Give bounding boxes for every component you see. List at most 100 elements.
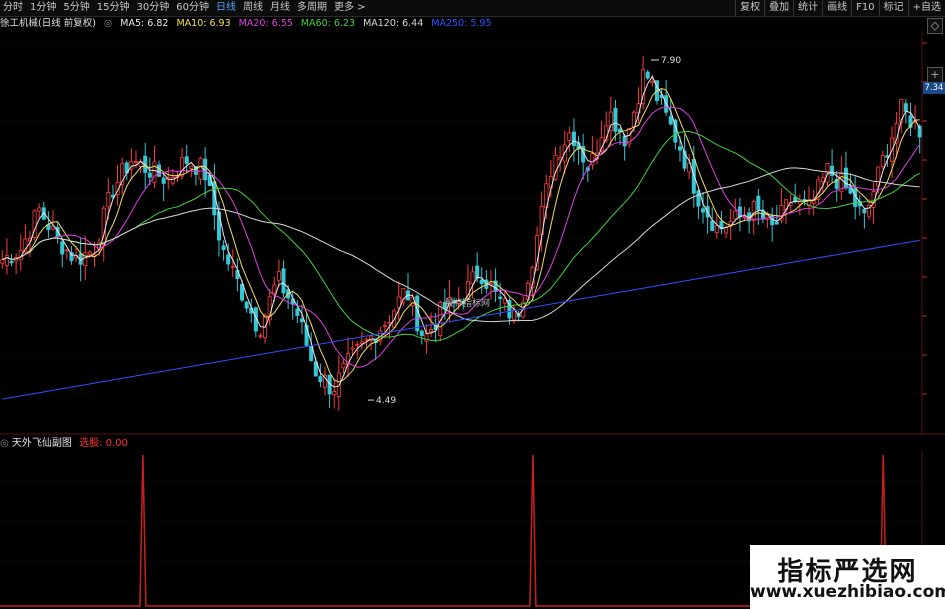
candle-body — [724, 227, 729, 234]
toolbar-right-buttons: 复权 叠加 统计 画线 F10 标记 +自选 — [735, 0, 945, 16]
candle-body — [350, 347, 355, 350]
candle-body — [133, 161, 139, 163]
ma120-value: MA120: 6.44 — [363, 18, 424, 29]
candle-body — [650, 81, 655, 84]
sub-indicator-header: ◎ 天外飞仙副图 选股: 0.00 — [0, 437, 128, 451]
candle-body — [668, 116, 673, 125]
candle-body — [830, 165, 835, 176]
candle-body — [258, 335, 263, 338]
watermark-url: www.xuezhibiao.com — [750, 582, 945, 602]
candle-body — [161, 177, 166, 184]
ma5-line — [2, 75, 921, 388]
candle-body — [862, 208, 867, 214]
toolbar-button[interactable]: 复权 — [735, 0, 764, 16]
candle-body — [733, 210, 738, 220]
candle-body — [87, 251, 92, 255]
candle-body — [364, 338, 369, 341]
period-tab[interactable]: 分时 — [3, 2, 23, 13]
candle-body — [272, 284, 277, 294]
period-tab[interactable]: 5分钟 — [63, 2, 89, 13]
candle-body — [189, 165, 194, 169]
candle-body — [216, 211, 221, 241]
period-tabs: 分时 1分钟 5分钟 15分钟 30分钟 60分钟 日线 周线 月线 多周期 更多 > — [3, 0, 373, 16]
candle-body — [498, 296, 503, 299]
candle-body — [756, 195, 761, 211]
candle-body — [677, 146, 682, 151]
sub-indicator-signal: 选股: 0.00 — [79, 438, 128, 449]
ma5-value: MA5: 6.82 — [120, 18, 169, 29]
ma20-value: MA20: 6.55 — [238, 18, 293, 29]
low-label: 4.49 — [376, 396, 396, 406]
period-tab[interactable]: 多周期 — [297, 2, 327, 13]
period-tab[interactable]: 1分钟 — [30, 2, 56, 13]
toolbar-button[interactable]: +自选 — [907, 0, 945, 16]
candle-body — [751, 200, 756, 221]
candle-body — [83, 252, 88, 267]
candle-body — [180, 157, 185, 177]
candle-body — [613, 108, 618, 132]
period-tab[interactable]: 60分钟 — [176, 2, 209, 13]
candle-body — [645, 71, 650, 79]
sub-settings-icon[interactable]: ◎ — [0, 438, 12, 449]
period-toolbar: 分时 1分钟 5分钟 15分钟 30分钟 60分钟 日线 周线 月线 多周期 更多 > 复权 叠加 统计… — [0, 0, 945, 17]
candle-body — [198, 157, 203, 180]
settings-icon[interactable]: ◎ — [104, 18, 112, 29]
candle-body — [710, 220, 715, 232]
candle-body — [760, 210, 765, 220]
candle-body — [714, 225, 719, 233]
ma250-value: MA250: 5.95 — [431, 18, 492, 29]
period-tab[interactable]: 月线 — [270, 2, 290, 13]
candle-body — [60, 241, 65, 255]
candle-body — [281, 268, 286, 294]
toolbar-button[interactable]: 叠加 — [764, 0, 793, 16]
candle-body — [276, 271, 281, 281]
toolbar-button[interactable]: 统计 — [793, 0, 822, 16]
toolbar-button[interactable]: F10 — [851, 0, 878, 16]
ma60-value: MA60: 6.23 — [300, 18, 356, 29]
candle-body — [571, 131, 576, 146]
site-watermark: 指标严选网 www.xuezhibiao.com — [750, 545, 945, 609]
period-tab[interactable]: 日线 — [216, 2, 236, 13]
candle-body — [226, 254, 231, 265]
candle-body — [479, 279, 484, 285]
period-tab[interactable]: 30分钟 — [136, 2, 169, 13]
ma10-line — [2, 87, 920, 383]
candle-body — [4, 255, 9, 266]
center-watermark: 股标指标网 — [445, 297, 490, 309]
candle-body — [419, 330, 424, 336]
candle-body — [147, 172, 152, 178]
candle-body — [359, 341, 364, 344]
high-label: 7.90 — [661, 56, 681, 66]
ma250-line — [2, 239, 920, 400]
stock-name: 徐工机械(日线 前复权) — [0, 18, 96, 29]
main-price-chart[interactable]: 7.90 4.49 股标指标网 — [0, 31, 945, 435]
candle-body — [244, 301, 249, 309]
candle-body — [106, 192, 111, 208]
candle-body — [701, 208, 706, 213]
candle-body — [299, 318, 304, 323]
candle-body — [240, 284, 245, 301]
period-tab[interactable]: 更多 > — [334, 2, 366, 13]
toolbar-button[interactable]: 画线 — [822, 0, 851, 16]
candle-body — [184, 156, 189, 164]
period-tab[interactable]: 15分钟 — [97, 2, 130, 13]
candle-body — [622, 135, 627, 147]
candle-body — [221, 245, 226, 251]
candle-body — [880, 155, 885, 167]
period-tab[interactable]: 周线 — [243, 2, 263, 13]
toolbar-button[interactable]: 标记 — [878, 0, 908, 16]
candle-body — [318, 376, 323, 383]
ma10-value: MA10: 6.93 — [176, 18, 231, 29]
candle-body — [0, 259, 5, 264]
candle-body — [9, 260, 14, 264]
candles — [0, 55, 922, 411]
candle-body — [355, 343, 360, 346]
last-price-flag: 7.34 — [923, 82, 945, 94]
candle-body — [502, 298, 507, 304]
candle-body — [64, 249, 69, 252]
candle-body — [382, 324, 387, 327]
candle-body — [429, 329, 434, 332]
candle-body — [152, 161, 157, 183]
indicator-info-bar: 徐工机械(日线 前复权) ◎ MA5: 6.82 MA10: 6.93 MA20… — [0, 17, 497, 31]
candle-body — [774, 221, 779, 225]
